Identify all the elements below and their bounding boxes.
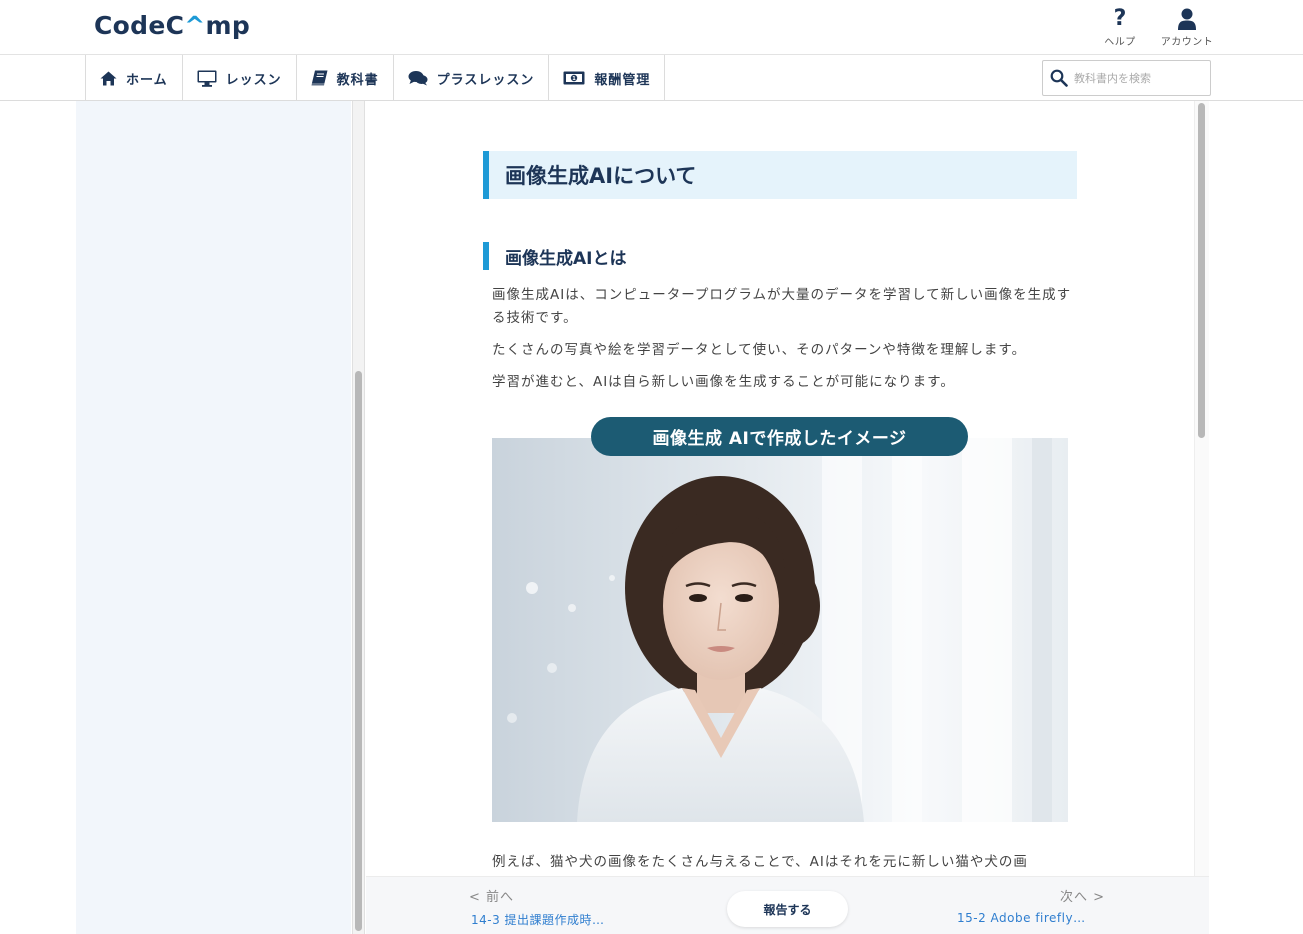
paragraph-2: たくさんの写真や絵を学習データとして使い、そのパターンや特徴を理解します。: [492, 342, 1027, 358]
monitor-icon: [197, 70, 217, 87]
chat-icon: [408, 71, 428, 86]
section-heading: 画像生成AIとは: [483, 242, 626, 270]
svg-text:1: 1: [573, 76, 577, 82]
article-title: 画像生成AIについて: [483, 151, 1077, 199]
nav-textbook-label: 教科書: [336, 72, 379, 88]
nav-home[interactable]: ホーム: [86, 55, 183, 101]
left-scrollbar[interactable]: [352, 101, 365, 934]
section-heading-text: 画像生成AIとは: [505, 248, 627, 269]
money-icon: 1: [563, 71, 585, 85]
nav-list: ホーム レッスン 教科書 プラスレッスン 1 報酬管理: [85, 55, 666, 101]
paragraph-3: 学習が進むと、AIは自ら新しい画像を生成することが可能になります。: [492, 374, 955, 390]
user-icon: [1178, 8, 1196, 30]
left-scrollbar-thumb[interactable]: [355, 371, 362, 931]
nav-home-label: ホーム: [126, 72, 168, 88]
left-panel: [76, 101, 351, 934]
account-label: アカウント: [1160, 37, 1214, 48]
book-icon: [311, 70, 328, 86]
prev-label[interactable]: < 前へ: [469, 886, 514, 905]
content-scrollbar[interactable]: [1194, 101, 1209, 934]
question-icon: ?: [1113, 6, 1127, 31]
main-nav: ホーム レッスン 教科書 プラスレッスン 1 報酬管理 教科書内を検索: [0, 55, 1303, 101]
help-label: ヘルプ: [1104, 37, 1136, 48]
account-button[interactable]: アカウント: [1155, 8, 1219, 48]
nav-reward-label: 報酬管理: [594, 72, 651, 88]
help-button[interactable]: ? ヘルプ: [1100, 6, 1140, 49]
next-label[interactable]: 次へ >: [1060, 886, 1105, 905]
nav-reward[interactable]: 1 報酬管理: [549, 55, 666, 101]
search-icon[interactable]: [1050, 69, 1068, 87]
top-header: CodeC^mp ? ヘルプ アカウント: [0, 0, 1303, 55]
portrait-illustration: [492, 438, 1068, 822]
prev-chapter-link[interactable]: 14-3 提出課題作成時…: [471, 911, 605, 928]
paragraph-4: 例えば、猫や犬の画像をたくさん与えることで、AIはそれを元に新しい猫や犬の画: [492, 854, 1028, 870]
codecamp-logo[interactable]: CodeC^mp: [94, 11, 250, 40]
paragraph-1: 画像生成AIは、コンピュータープログラムが大量のデータを学習して新しい画像を生成…: [492, 287, 1072, 326]
nav-textbook[interactable]: 教科書: [297, 55, 394, 101]
content-scrollbar-thumb[interactable]: [1198, 103, 1205, 438]
search-input[interactable]: [1074, 71, 1204, 85]
image-caption: 画像生成 AIで作成したイメージ: [591, 417, 968, 456]
report-button[interactable]: 報告する: [727, 891, 848, 927]
nav-lesson[interactable]: レッスン: [183, 55, 297, 101]
article-title-text: 画像生成AIについて: [505, 164, 697, 188]
textbook-search[interactable]: [1042, 60, 1211, 96]
nav-plus-lesson[interactable]: プラスレッスン: [394, 55, 550, 101]
ai-generated-portrait-image: [492, 438, 1068, 822]
pagination-bar: < 前へ 14-3 提出課題作成時… 報告する 次へ > 15-2 Adobe …: [366, 876, 1209, 934]
next-chapter-link[interactable]: 15-2 Adobe firefly…: [957, 911, 1086, 925]
home-icon: [100, 71, 117, 85]
article-content: 画像生成AIについて 画像生成AIとは 画像生成AIは、コンピュータープログラム…: [366, 101, 1194, 876]
nav-plus-lesson-label: プラスレッスン: [436, 72, 535, 88]
nav-lesson-label: レッスン: [225, 72, 282, 88]
